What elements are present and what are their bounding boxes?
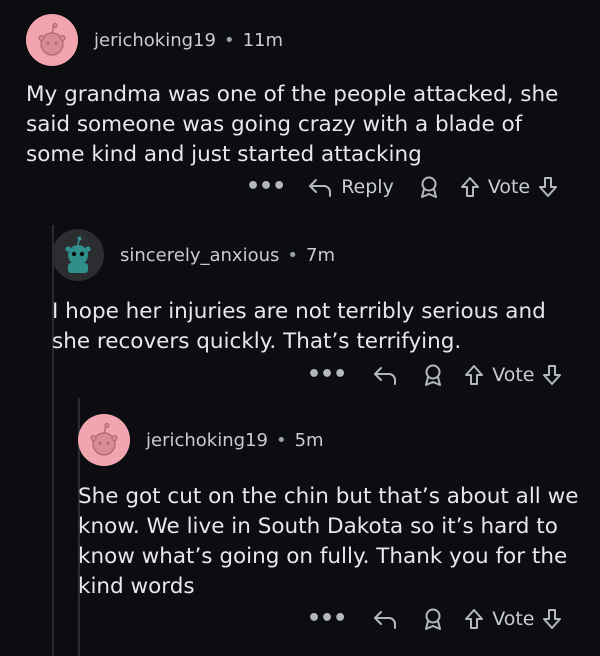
username[interactable]: jerichoking19 <box>146 430 268 451</box>
downvote-arrow-icon <box>543 608 562 629</box>
comment: jerichoking19 • 5m She got cut on the ch… <box>78 414 584 602</box>
reply-button[interactable] <box>372 364 398 386</box>
comment: jerichoking19 • 11m My grandma was one o… <box>26 14 586 170</box>
upvote-button[interactable] <box>464 364 484 386</box>
award-icon <box>425 608 442 630</box>
reply-arrow-icon <box>374 610 397 629</box>
vote-label: Vote <box>492 607 535 630</box>
vote-label: Vote <box>487 175 531 198</box>
snoo-avatar-icon <box>90 422 118 456</box>
upvote-button[interactable] <box>464 608 484 630</box>
meta-separator: • <box>275 429 287 451</box>
downvote-button[interactable] <box>538 176 558 198</box>
reply-label: Reply <box>341 175 394 198</box>
more-button[interactable]: ••• <box>307 362 347 387</box>
timestamp: 5m <box>294 429 324 451</box>
comment-actions: ••• Vote <box>307 362 562 387</box>
award-icon <box>420 176 437 198</box>
comment: sincerely_anxious • 7m I hope her injuri… <box>52 229 582 357</box>
reply-arrow-icon <box>374 366 397 385</box>
reply-button[interactable] <box>372 608 398 630</box>
snoo-avatar-icon <box>65 236 91 273</box>
more-icon: ••• <box>246 174 286 199</box>
reply-button[interactable]: Reply <box>307 176 394 198</box>
award-icon <box>425 364 442 386</box>
avatar[interactable] <box>78 414 130 466</box>
award-button[interactable] <box>418 175 440 199</box>
timestamp: 7m <box>306 244 336 266</box>
timestamp: 11m <box>242 29 284 51</box>
snoo-avatar-icon <box>38 22 66 56</box>
more-icon: ••• <box>307 606 347 631</box>
more-button[interactable]: ••• <box>246 174 286 199</box>
meta-separator: • <box>223 29 235 51</box>
more-icon: ••• <box>307 362 347 387</box>
comment-body: I hope her injuries are not terribly ser… <box>52 299 546 354</box>
upvote-arrow-icon <box>460 176 479 197</box>
comment-body: She got cut on the chin but that’s about… <box>78 484 579 599</box>
avatar[interactable] <box>26 14 78 66</box>
vote-label: Vote <box>492 363 535 386</box>
upvote-arrow-icon <box>465 608 484 629</box>
more-button[interactable]: ••• <box>307 606 347 631</box>
upvote-arrow-icon <box>465 364 484 385</box>
award-button[interactable] <box>422 607 444 631</box>
comment-actions: ••• Vote <box>307 606 562 631</box>
username[interactable]: jerichoking19 <box>94 30 216 51</box>
upvote-button[interactable] <box>460 176 480 198</box>
comment-header: jerichoking19 • 11m <box>26 14 586 66</box>
reply-arrow-icon <box>309 178 332 197</box>
avatar[interactable] <box>52 229 104 281</box>
comment-header: jerichoking19 • 5m <box>78 414 584 466</box>
comment-header: sincerely_anxious • 7m <box>52 229 582 281</box>
comment-body: My grandma was one of the people attacke… <box>26 82 559 167</box>
comment-actions: ••• Reply Vote <box>246 174 558 199</box>
downvote-button[interactable] <box>542 364 562 386</box>
downvote-button[interactable] <box>542 608 562 630</box>
award-button[interactable] <box>422 363 444 387</box>
downvote-arrow-icon <box>543 364 562 385</box>
username[interactable]: sincerely_anxious <box>120 245 279 266</box>
meta-separator: • <box>287 244 299 266</box>
downvote-arrow-icon <box>539 176 558 197</box>
